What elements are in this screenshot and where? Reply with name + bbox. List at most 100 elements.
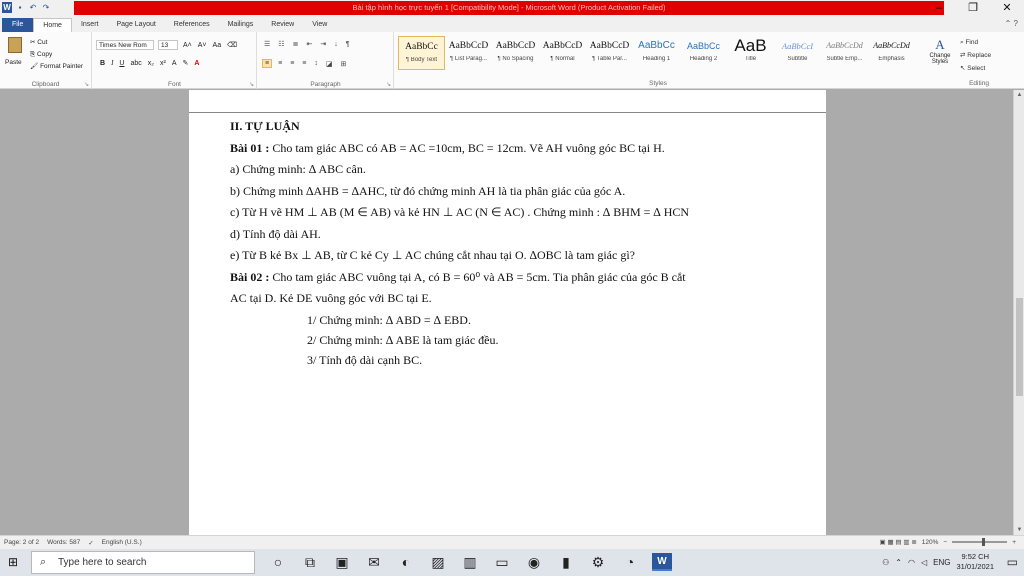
grow-font-icon[interactable]: A˄ [182,42,193,49]
numbering-icon[interactable]: ☷ [276,40,286,48]
tab-insert[interactable]: Insert [72,18,108,32]
tab-file[interactable]: File [2,18,34,32]
page-count[interactable]: Page: 2 of 2 [4,539,39,547]
decrease-indent-icon[interactable]: ⇤ [304,40,314,48]
zoom-level[interactable]: 120% [922,539,939,546]
store-icon[interactable]: ▣ [332,553,352,571]
tab-page-layout[interactable]: Page Layout [107,18,164,32]
strikethrough-icon[interactable]: abc [129,60,142,67]
usb-icon[interactable]: ▮ [556,553,576,571]
style-heading-1[interactable]: AaBbCc Heading 1 [633,36,680,70]
change-styles-button[interactable]: A Change Styles [925,37,955,65]
superscript-icon[interactable]: x² [159,60,167,67]
proofing-icon[interactable]: ✓ [88,539,93,547]
align-center-icon[interactable]: ≡ [276,60,284,67]
format-painter-button[interactable]: 🖌 Format Painter [30,61,83,73]
view-buttons-icon[interactable]: ▣ ▦ ▤ ▥ ≣ [880,538,917,546]
tab-view[interactable]: View [303,18,336,32]
zoom-in-icon[interactable]: + [1012,539,1016,546]
zoom-slider-thumb[interactable] [982,538,986,546]
taskbar-search[interactable]: ⌕ Type here to search [31,551,255,574]
multilevel-list-icon[interactable]: ≣ [291,40,301,48]
copy-button[interactable]: ⎘ Copy [30,49,83,61]
style-title[interactable]: AaB Title [727,36,774,70]
font-size-select[interactable]: 13 [158,40,178,50]
settings-icon[interactable]: ⚙ [588,553,608,571]
borders-icon[interactable]: ⊞ [339,60,349,68]
text-effects-icon[interactable]: A [171,60,178,67]
tray-chevron-icon[interactable]: ⌃ [895,558,902,567]
zoom-out-icon[interactable]: − [943,539,947,546]
style-no-spacing[interactable]: AaBbCcD ¶ No Spacing [492,36,539,70]
vertical-scrollbar[interactable]: ▲ ▼ [1013,90,1024,535]
style-heading-2[interactable]: AaBbCc Heading 2 [680,36,727,70]
font-launcher-icon[interactable]: ↘ [249,81,254,88]
zoom-slider[interactable] [952,538,1008,546]
edge-icon[interactable]: ◐ [396,553,416,571]
font-name-select[interactable]: Times New Rom [96,40,154,50]
scroll-down-icon[interactable]: ▼ [1014,527,1024,533]
clear-format-icon[interactable]: ⌫ [226,41,238,49]
volume-icon[interactable]: ◁ [921,558,927,567]
underline-icon[interactable]: U [118,60,125,67]
scroll-up-icon[interactable]: ▲ [1014,92,1024,98]
style-subtitle[interactable]: AaBbCcI Subtitle [774,36,821,70]
clock-app-icon[interactable]: ◔ [620,553,640,571]
shading-icon[interactable]: ◪ [324,60,335,68]
redo-icon[interactable]: ↷ [41,2,51,13]
style-list-paragraph[interactable]: AaBbCcD ¶ List Parag... [445,36,492,70]
replace-button[interactable]: ⇄ Replace [960,49,991,62]
highlight-icon[interactable]: ✎ [182,59,190,67]
pilcrow-icon[interactable]: ¶ [344,41,352,48]
style-normal[interactable]: AaBbCcD ¶ Normal [539,36,586,70]
sort-icon[interactable]: ↓ [332,41,340,48]
chrome-icon[interactable]: ◉ [524,553,544,571]
app-icon[interactable]: ▥ [460,553,480,571]
paste-icon[interactable] [8,37,22,53]
subscript-icon[interactable]: x₂ [147,60,155,67]
document-page[interactable]: II. TỰ LUẬN Bài 01 : Cho tam giác ABC có… [189,90,826,535]
shrink-font-icon[interactable]: A˅ [197,42,208,49]
close-icon[interactable]: ✕ [990,0,1024,17]
find-button[interactable]: ⌕ Find [960,36,991,49]
clipboard-launcher-icon[interactable]: ↘ [84,81,89,88]
task-view-icon[interactable]: ⧉ [300,553,320,571]
style-body-text[interactable]: AaBbCc ¶ Body Text [398,36,445,70]
photos-icon[interactable]: ▨ [428,553,448,571]
tab-mailings[interactable]: Mailings [219,18,263,32]
save-icon[interactable]: ▪ [15,2,25,13]
word-taskbar-icon[interactable]: W [652,553,672,571]
word-count[interactable]: Words: 587 [47,539,80,547]
style-subtle-emphasis[interactable]: AaBbCcDd Subtle Emp... [821,36,868,70]
paste-button[interactable]: Paste [5,59,22,66]
document-text[interactable]: II. TỰ LUẬN Bài 01 : Cho tam giác ABC có… [230,116,790,370]
style-emphasis[interactable]: AaBbCcDd Emphasis [868,36,915,70]
select-button[interactable]: ↖ Select [960,62,991,75]
bold-icon[interactable]: B [99,60,106,67]
language-indicator[interactable]: ENG [933,558,950,567]
font-color-icon[interactable]: A [193,60,200,67]
windows-start-icon[interactable]: ⊞ [8,555,22,569]
undo-icon[interactable]: ↶ [28,2,38,13]
bullets-icon[interactable]: ☰ [262,40,272,48]
minimize-icon[interactable]: – [922,0,956,17]
style-table-paragraph[interactable]: AaBbCcD ¶ Table Par... [586,36,633,70]
cut-button[interactable]: ✂ Cut [30,37,83,49]
line-spacing-icon[interactable]: ↕ [312,60,320,67]
file-explorer-icon[interactable]: ▭ [492,553,512,571]
people-icon[interactable]: ⚇ [882,558,889,567]
restore-icon[interactable]: ❐ [956,0,990,17]
change-case-icon[interactable]: Aa [212,42,223,49]
language-status[interactable]: English (U.S.) [102,539,142,547]
tab-review[interactable]: Review [262,18,303,32]
network-icon[interactable]: ◠ [908,558,915,567]
tab-home[interactable]: Home [33,18,72,32]
taskbar-clock[interactable]: 9:52 CH 31/01/2021 [956,552,994,572]
mail-icon[interactable]: ✉ [364,553,384,571]
ribbon-collapse-icon[interactable]: ⌃ ? [1005,19,1018,28]
italic-icon[interactable]: I [110,59,114,67]
notification-icon[interactable]: ▭ [1007,555,1018,569]
paragraph-launcher-icon[interactable]: ↘ [386,81,391,88]
scroll-thumb[interactable] [1016,298,1023,396]
align-left-icon[interactable]: ≡ [262,59,273,68]
